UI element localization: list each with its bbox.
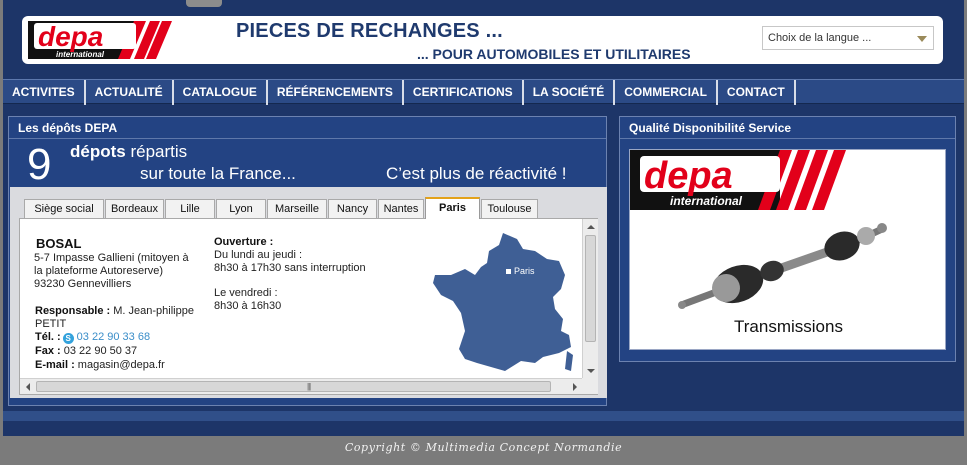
depots-panel-title: Les dépôts DEPA (18, 121, 118, 135)
logo-wordmark: depa (38, 21, 103, 52)
email-label: E-mail : (35, 359, 75, 371)
fax-value: 03 22 90 50 37 (60, 345, 138, 357)
service-panel-title: Qualité Disponibilité Service (629, 121, 792, 135)
email-value[interactable]: magasin@depa.fr (75, 359, 165, 371)
opening-label: Ouverture : (214, 236, 274, 248)
nav-item-referencements[interactable]: RÉFÉRENCEMENTS (268, 80, 404, 105)
copyright-text: Copyright © Multimedia Concept Normandie (344, 441, 623, 454)
tab-bordeaux[interactable]: Bordeaux (105, 199, 164, 218)
friday-hours-block: Le vendredi : 8h30 à 16h30 (214, 287, 281, 313)
tab-marseille[interactable]: Marseille (267, 199, 327, 218)
scroll-right-icon[interactable] (573, 383, 577, 391)
skype-icon: S (62, 333, 74, 344)
nav-item-commercial[interactable]: COMMERCIAL (615, 80, 718, 105)
tel-link[interactable]: 03 22 90 33 68 (77, 331, 150, 343)
depots-subline: sur toute la France... (140, 164, 296, 183)
scroll-up-icon[interactable] (587, 225, 595, 229)
depots-rest: répartis (125, 142, 188, 161)
tab-paris[interactable]: Paris (425, 197, 480, 219)
opening-hours: Ouverture : Du lundi au jeudi : 8h30 à 1… (214, 236, 366, 275)
depots-headline: dépots répartis (70, 142, 187, 162)
weekday-hours: 8h30 à 17h30 sans interruption (214, 262, 366, 274)
tagline: C’est plus de réactivité ! (386, 164, 567, 183)
scroll-left-icon[interactable] (26, 383, 30, 391)
tab-lyon[interactable]: Lyon (216, 199, 266, 218)
nav-item-la-societe[interactable]: LA SOCIÉTÉ (524, 80, 616, 105)
depot-responsable: Responsable : M. Jean-philippe PETIT (35, 305, 195, 331)
top-handle (186, 0, 222, 7)
tab-lille[interactable]: Lille (165, 199, 215, 218)
nav-item-actualite[interactable]: ACTUALITÉ (86, 80, 174, 105)
promo-banner[interactable]: depa international Transmissions (629, 149, 946, 350)
france-shape (433, 233, 573, 371)
depot-fax: Fax : 03 22 90 50 37 (35, 345, 137, 357)
friday-hours: 8h30 à 16h30 (214, 300, 282, 312)
responsable-label: Responsable : (35, 305, 111, 317)
depa-logo[interactable]: depa international (26, 19, 178, 61)
friday-label: Le vendredi : (214, 287, 278, 299)
scroll-thumb-horizontal[interactable]: ||| (36, 381, 551, 392)
divider (620, 138, 955, 139)
logo-subtext: international (56, 50, 105, 59)
grip-icon: ||| (307, 382, 311, 391)
nav-item-contact[interactable]: CONTACT (718, 80, 796, 105)
driveshaft-image (678, 223, 887, 309)
nav-item-catalogue[interactable]: CATALOGUE (174, 80, 268, 105)
depa-promo-logo: depa international (630, 150, 846, 210)
promo-logo-wordmark: depa (644, 155, 733, 197)
depot-count: 9 (27, 140, 52, 189)
chevron-down-icon (917, 36, 927, 42)
depot-tel: Tél. : S 03 22 90 33 68 (35, 331, 150, 344)
header-title-main: PIECES DE RECHANGES ... (236, 20, 503, 42)
header-title-sub: ... POUR AUTOMOBILES ET UTILITAIRES (417, 46, 691, 62)
language-select[interactable]: Choix de la langue ... (762, 26, 934, 50)
horizontal-scrollbar[interactable]: ||| (20, 378, 582, 394)
tab-toulouse[interactable]: Toulouse (481, 199, 538, 218)
depots-panel: Les dépôts DEPA 9 dépots répartis sur to… (8, 116, 607, 406)
weekday-label: Du lundi au jeudi : (214, 249, 303, 261)
scroll-down-icon[interactable] (587, 369, 595, 373)
promo-caption: Transmissions (734, 317, 843, 336)
france-map: Paris (433, 233, 573, 371)
divider (9, 138, 606, 139)
depots-word: dépots (70, 142, 126, 161)
language-select-value: Choix de la langue ... (768, 32, 872, 44)
fax-label: Fax : (35, 345, 61, 357)
depot-name: BOSAL (36, 236, 82, 251)
site-header: depa international PIECES DE RECHANGES .… (22, 16, 943, 64)
depot-tabs: Siège social Bordeaux Lille Lyon Marseil… (24, 197, 539, 219)
vertical-scrollbar[interactable] (582, 219, 598, 378)
tab-siege-social[interactable]: Siège social (24, 199, 104, 218)
tel-label: Tél. : (35, 331, 61, 343)
depot-address: 5-7 Impasse Gallieni (mitoyen à la plate… (34, 252, 189, 290)
main-nav: ACTIVITES ACTUALITÉ CATALOGUE RÉFÉRENCEM… (3, 79, 964, 105)
service-panel: Qualité Disponibilité Service depa inter… (619, 116, 956, 362)
scroll-corner (582, 378, 598, 394)
tab-nantes[interactable]: Nantes (378, 199, 424, 218)
bottom-band (3, 411, 964, 421)
promo-logo-subtext: international (670, 194, 743, 208)
depot-details: BOSAL 5-7 Impasse Gallieni (mitoyen à la… (19, 218, 598, 395)
nav-item-certifications[interactable]: CERTIFICATIONS (404, 80, 524, 105)
depot-email: E-mail : magasin@depa.fr (35, 359, 165, 371)
scroll-thumb-vertical[interactable] (585, 235, 596, 342)
tab-nancy[interactable]: Nancy (328, 199, 377, 218)
map-label-paris: Paris (514, 266, 535, 276)
nav-item-activites[interactable]: ACTIVITES (3, 80, 86, 105)
